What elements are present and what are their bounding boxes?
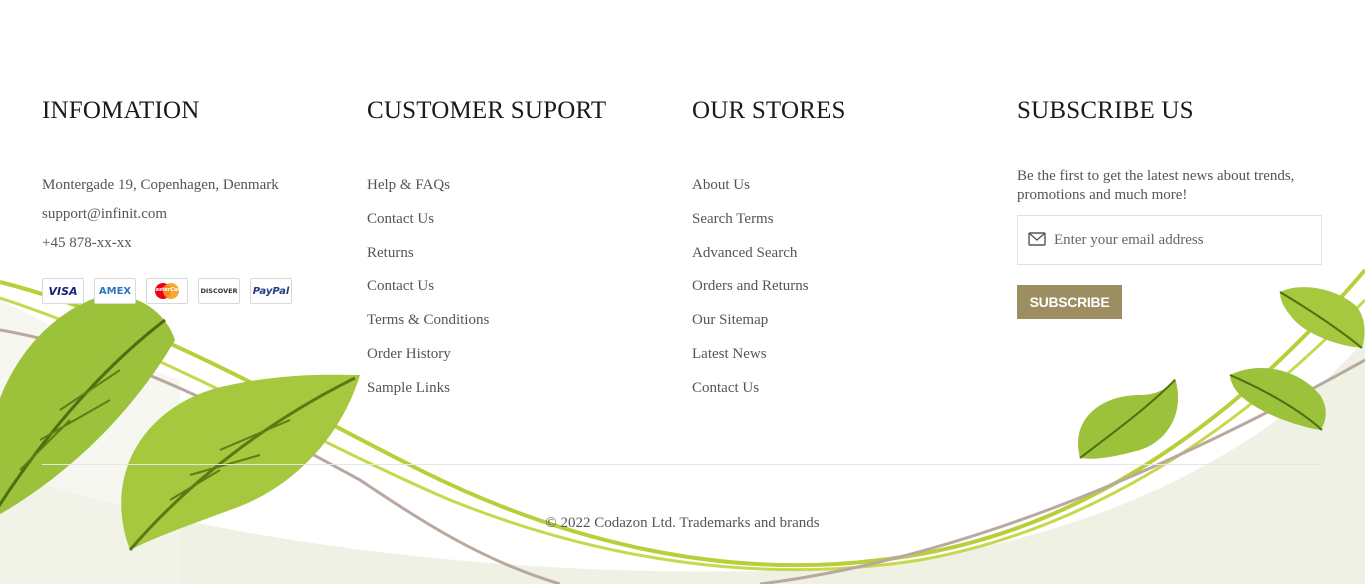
phone-text: +45 878-xx-xx	[42, 235, 132, 251]
subscribe-description: Be the first to get the latest news abou…	[1017, 168, 1295, 203]
subscribe-button[interactable]: SUBSCRIBE	[1017, 285, 1122, 319]
link-order-history[interactable]: Order History	[367, 346, 451, 362]
list-item: Our Sitemap	[692, 309, 846, 343]
link-contact-us-2[interactable]: Contact Us	[367, 278, 434, 294]
copyright-text: © 2022 Codazon Ltd. Trademarks and brand…	[545, 515, 820, 531]
link-our-sitemap[interactable]: Our Sitemap	[692, 312, 768, 328]
address-text: Montergade 19, Copenhagen, Denmark	[42, 177, 279, 193]
email-text: support@infinit.com	[42, 206, 168, 222]
list-item: Order History	[367, 343, 606, 377]
link-orders-returns[interactable]: Orders and Returns	[692, 278, 809, 294]
payment-methods: VISA AMEX MasterCard DISCOVER PayPal	[42, 278, 292, 304]
subscribe-column: SUBSCRIBE US Be the first to get the lat…	[1017, 96, 1322, 319]
our-stores-links: About Us Search Terms Advanced Search Or…	[692, 174, 846, 411]
information-column: INFOMATION Montergade 19, Copenhagen, De…	[42, 96, 292, 304]
envelope-icon	[1028, 231, 1046, 250]
list-item: Terms & Conditions	[367, 309, 606, 343]
list-item: Orders and Returns	[692, 275, 846, 309]
list-item: Returns	[367, 242, 606, 276]
paypal-icon: PayPal	[250, 278, 292, 304]
list-item: Contact Us	[367, 208, 606, 242]
footer-divider	[42, 464, 1322, 465]
link-latest-news[interactable]: Latest News	[692, 346, 767, 362]
list-item: Contact Us	[367, 275, 606, 309]
link-contact-us[interactable]: Contact Us	[367, 211, 434, 227]
link-about-us[interactable]: About Us	[692, 177, 750, 193]
mastercard-icon: MasterCard	[146, 278, 188, 304]
list-item: About Us	[692, 174, 846, 208]
customer-support-column: CUSTOMER SUPORT Help & FAQs Contact Us R…	[367, 96, 606, 411]
email-field[interactable]	[1054, 231, 1304, 249]
list-item: Search Terms	[692, 208, 846, 242]
link-returns[interactable]: Returns	[367, 245, 414, 261]
link-terms-conditions[interactable]: Terms & Conditions	[367, 312, 489, 328]
visa-icon: VISA	[42, 278, 84, 304]
link-help-faqs[interactable]: Help & FAQs	[367, 177, 450, 193]
amex-icon: AMEX	[94, 278, 136, 304]
discover-icon: DISCOVER	[198, 278, 240, 304]
our-stores-heading: OUR STORES	[692, 97, 846, 124]
list-item: Contact Us	[692, 377, 846, 411]
link-contact-us-3[interactable]: Contact Us	[692, 380, 759, 396]
list-item: Help & FAQs	[367, 174, 606, 208]
list-item: Advanced Search	[692, 242, 846, 276]
email-field-wrapper	[1017, 215, 1322, 265]
link-advanced-search[interactable]: Advanced Search	[692, 245, 797, 261]
customer-support-heading: CUSTOMER SUPORT	[367, 97, 607, 124]
customer-support-links: Help & FAQs Contact Us Returns Contact U…	[367, 174, 606, 411]
information-heading: INFOMATION	[42, 97, 200, 124]
link-search-terms[interactable]: Search Terms	[692, 211, 774, 227]
link-sample-links[interactable]: Sample Links	[367, 380, 450, 396]
our-stores-column: OUR STORES About Us Search Terms Advance…	[692, 96, 846, 411]
list-item: Latest News	[692, 343, 846, 377]
list-item: Sample Links	[367, 377, 606, 411]
subscribe-heading: SUBSCRIBE US	[1017, 97, 1194, 124]
